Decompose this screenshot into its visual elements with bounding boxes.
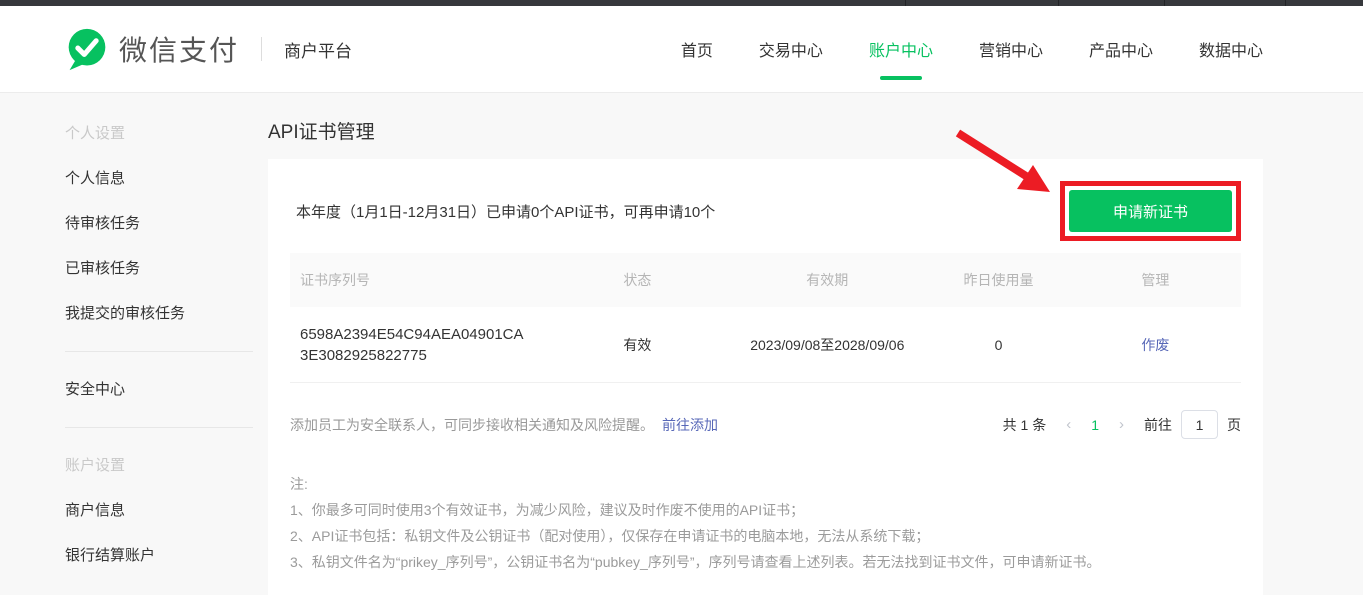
note-line-2: 2、API证书包括：私钥文件及公钥证书（配对使用），仅保存在申请证书的电脑本地，… (290, 528, 930, 544)
nav-item-account-center[interactable]: 账户中心 (869, 6, 933, 93)
sidebar-item-my-submitted-tasks[interactable]: 我提交的审核任务 (65, 291, 268, 336)
brand-divider (261, 37, 263, 61)
next-page-icon[interactable]: › (1119, 416, 1124, 433)
col-header-usage: 昨日使用量 (963, 272, 1034, 288)
strip-divider (1164, 0, 1165, 6)
cell-serial-number: 6598A2394E54C94AEA04901CA 3E308292582277… (290, 324, 613, 366)
col-header-validity: 有效期 (806, 272, 849, 288)
col-header-manage: 管理 (1141, 272, 1170, 288)
tip-and-pagination-row: 添加员工为安全联系人，可同步接收相关通知及风险提醒。 前往添加 共 1 条 ‹ 1… (290, 410, 1241, 439)
cell-status: 有效 (623, 336, 652, 353)
table-header-row: 证书序列号 状态 有效期 昨日使用量 管理 (290, 253, 1241, 307)
wechat-pay-bubble-icon (68, 28, 106, 71)
certificate-table: 证书序列号 状态 有效期 昨日使用量 管理 6598A2394E54C94AEA… (290, 253, 1241, 383)
sidebar-divider (65, 351, 253, 352)
notes-title: 注: (290, 476, 308, 492)
total-count: 共 1 条 (1002, 416, 1047, 433)
apply-new-certificate-button[interactable]: 申请新证书 (1069, 190, 1232, 232)
prev-page-icon[interactable]: ‹ (1066, 416, 1071, 433)
nav-item-transaction-center[interactable]: 交易中心 (759, 6, 823, 93)
go-add-contact-link[interactable]: 前往添加 (662, 417, 718, 433)
nav-item-product-center[interactable]: 产品中心 (1089, 6, 1153, 93)
security-contact-tip: 添加员工为安全联系人，可同步接收相关通知及风险提醒。 前往添加 (290, 415, 718, 435)
col-header-serial: 证书序列号 (300, 272, 370, 288)
sidebar-item-merchant-info[interactable]: 商户信息 (65, 488, 268, 533)
pagination: 共 1 条 ‹ 1 › 前往 页 (1003, 410, 1241, 439)
sidebar-item-bank-settlement-account[interactable]: 银行结算账户 (65, 533, 268, 578)
sidebar-section-account-settings: 账户设置 (65, 457, 126, 474)
platform-subtitle: 商户平台 (284, 41, 353, 61)
sidebar-section-personal-settings: 个人设置 (65, 125, 126, 142)
quota-row: 本年度（1月1日-12月31日）已申请0个API证书，可再申请10个 申请新证书 (290, 174, 1241, 248)
serial-line-1: 6598A2394E54C94AEA04901CA (300, 325, 524, 343)
sidebar-item-security-center[interactable]: 安全中心 (65, 367, 268, 412)
certificate-card: 本年度（1月1日-12月31日）已申请0个API证书，可再申请10个 申请新证书… (268, 159, 1263, 595)
col-header-status: 状态 (623, 272, 652, 288)
strip-divider (1285, 0, 1286, 6)
void-certificate-link[interactable]: 作废 (1141, 337, 1169, 353)
logo-text: 微信支付 (119, 35, 240, 66)
red-annotation-box: 申请新证书 (1060, 181, 1241, 241)
table-row: 6598A2394E54C94AEA04901CA 3E308292582277… (290, 307, 1241, 383)
sidebar-item-reviewed-tasks[interactable]: 已审核任务 (65, 246, 268, 291)
notes-block: 注: 1、你最多可同时使用3个有效证书，为减少风险，建议及时作废不使用的API证… (290, 471, 1241, 575)
strip-divider (1058, 0, 1059, 6)
page-suffix: 页 (1227, 416, 1241, 433)
cell-validity: 2023/09/08至2028/09/06 (750, 336, 905, 353)
header: 微信支付 商户平台 首页 交易中心 账户中心 营销中心 产品中心 数据中心 (0, 6, 1363, 93)
note-line-1: 1、你最多可同时使用3个有效证书，为减少风险，建议及时作废不使用的API证书； (290, 502, 805, 518)
body-row: 个人设置 个人信息 待审核任务 已审核任务 我提交的审核任务 安全中心 账户设置… (0, 93, 1363, 595)
note-line-3: 3、私钥文件名为“prikey_序列号”，公钥证书名为“pubkey_序列号”，… (290, 554, 1101, 570)
serial-line-2: 3E3082925822775 (300, 346, 427, 364)
main-content: API证书管理 本年度（1月1日-12月31日）已申请0个API证书，可再申请1… (268, 93, 1363, 595)
cell-usage: 0 (994, 336, 1003, 353)
nav-item-home[interactable]: 首页 (681, 6, 713, 93)
sidebar-item-pending-review-tasks[interactable]: 待审核任务 (65, 201, 268, 246)
main-nav: 首页 交易中心 账户中心 营销中心 产品中心 数据中心 (681, 6, 1263, 93)
cell-manage: 作废 (1070, 335, 1241, 355)
goto-page-control: 前往 页 (1144, 410, 1241, 439)
current-page-number[interactable]: 1 (1091, 417, 1099, 433)
sidebar-item-personal-info[interactable]: 个人信息 (65, 156, 268, 201)
nav-item-marketing-center[interactable]: 营销中心 (979, 6, 1043, 93)
sidebar-divider (65, 427, 253, 428)
goto-page-input[interactable] (1181, 410, 1218, 439)
nav-item-data-center[interactable]: 数据中心 (1199, 6, 1263, 93)
quota-text: 本年度（1月1日-12月31日）已申请0个API证书，可再申请10个 (296, 203, 716, 221)
goto-label: 前往 (1144, 416, 1172, 433)
page: { "header": { "logo_text": "微信支付", "subt… (0, 0, 1363, 595)
tip-text: 添加员工为安全联系人，可同步接收相关通知及风险提醒。 (290, 416, 654, 433)
wechat-pay-logo[interactable]: 微信支付 (65, 27, 239, 71)
page-title: API证书管理 (268, 122, 375, 143)
sidebar: 个人设置 个人信息 待审核任务 已审核任务 我提交的审核任务 安全中心 账户设置… (0, 93, 268, 578)
